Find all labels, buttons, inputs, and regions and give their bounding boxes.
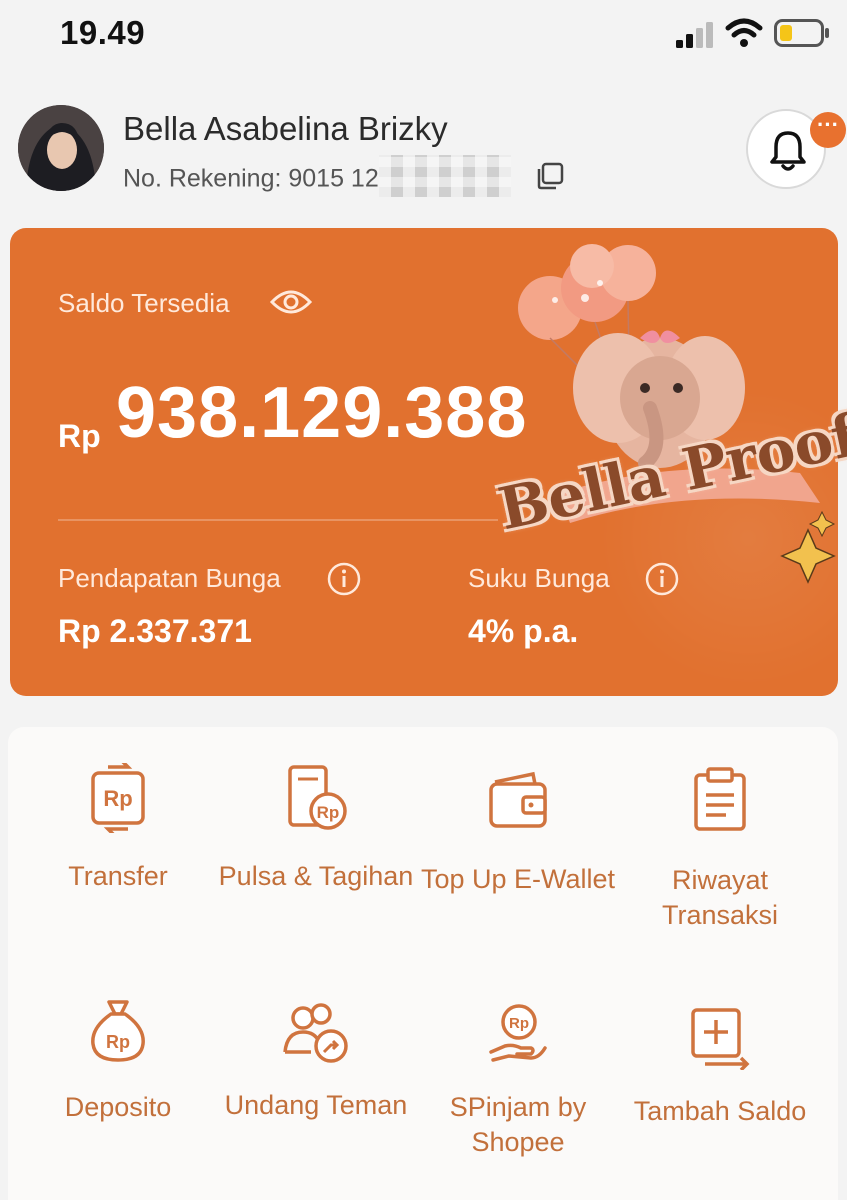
svg-text:Rp: Rp <box>317 803 340 822</box>
account-number-redacted <box>378 155 511 197</box>
account-number-visible: No. Rekening: 9015 12 <box>123 164 379 193</box>
menu-item-topup-ewallet[interactable]: Top Up E-Wallet <box>418 770 618 897</box>
battery-icon <box>774 19 829 47</box>
svg-text:Rp: Rp <box>103 786 132 811</box>
balance-currency: Rp <box>58 418 101 454</box>
menu-item-deposito[interactable]: Rp Deposito <box>18 998 218 1125</box>
notification-badge: ··· <box>810 112 846 148</box>
avatar[interactable] <box>18 105 104 191</box>
wifi-icon <box>725 18 763 47</box>
menu-label: Pulsa & Tagihan <box>218 861 414 891</box>
user-name: Bella Asabelina Brizky <box>123 110 448 147</box>
info-icon[interactable] <box>326 561 362 597</box>
add-balance-icon <box>691 1008 750 1070</box>
interest-value: Rp 2.337.371 <box>58 613 252 649</box>
account-number: No. Rekening: 9015 12 <box>123 155 511 197</box>
clipboard-icon <box>694 767 746 831</box>
menu-item-riwayat-transaksi[interactable]: Riwayat Transaksi <box>620 767 820 933</box>
bill-rp-icon: Rp <box>288 765 347 830</box>
menu-label: SPinjam by Shopee <box>449 1092 587 1157</box>
menu-label: Transfer <box>68 861 168 891</box>
status-bar: 19.49 <box>0 0 847 70</box>
eye-icon[interactable] <box>270 288 312 316</box>
menu-label: Deposito <box>64 1092 172 1122</box>
interest-label: Pendapatan Bunga <box>58 563 281 593</box>
svg-text:Rp: Rp <box>106 1032 130 1052</box>
menu-label: Riwayat Transaksi <box>661 865 779 930</box>
avatar-photo <box>18 105 104 191</box>
menu-label: Undang Teman <box>224 1090 408 1120</box>
interest-rate-value: 4% p.a. <box>468 613 579 649</box>
menu-item-tambah-saldo[interactable]: Tambah Saldo <box>620 1004 820 1129</box>
loan-hand-icon: Rp <box>489 1004 547 1062</box>
menu-item-pulsa-tagihan[interactable]: Rp Pulsa & Tagihan <box>216 763 416 894</box>
copy-icon[interactable] <box>534 160 566 192</box>
menu-label: Tambah Saldo <box>633 1096 807 1126</box>
menu-label: Top Up E-Wallet <box>420 864 616 894</box>
menu-item-transfer[interactable]: Rp Transfer <box>18 763 218 894</box>
wallet-icon <box>489 771 547 828</box>
invite-friends-icon <box>283 1003 348 1063</box>
cellular-signal-icon <box>676 22 713 48</box>
menu-item-spinjam[interactable]: Rp SPinjam by Shopee <box>418 1000 618 1160</box>
status-time: 19.49 <box>60 14 146 51</box>
balance-label: Saldo Tersedia <box>58 288 230 318</box>
bell-icon <box>770 131 806 171</box>
svg-text:Rp: Rp <box>509 1015 529 1032</box>
money-bag-icon: Rp <box>91 1000 145 1062</box>
transfer-rp-icon: Rp <box>91 763 145 833</box>
menu-item-undang-teman[interactable]: Undang Teman <box>216 1002 416 1123</box>
card-divider <box>58 519 498 521</box>
balance-amount: 938.129.388 <box>116 373 528 453</box>
